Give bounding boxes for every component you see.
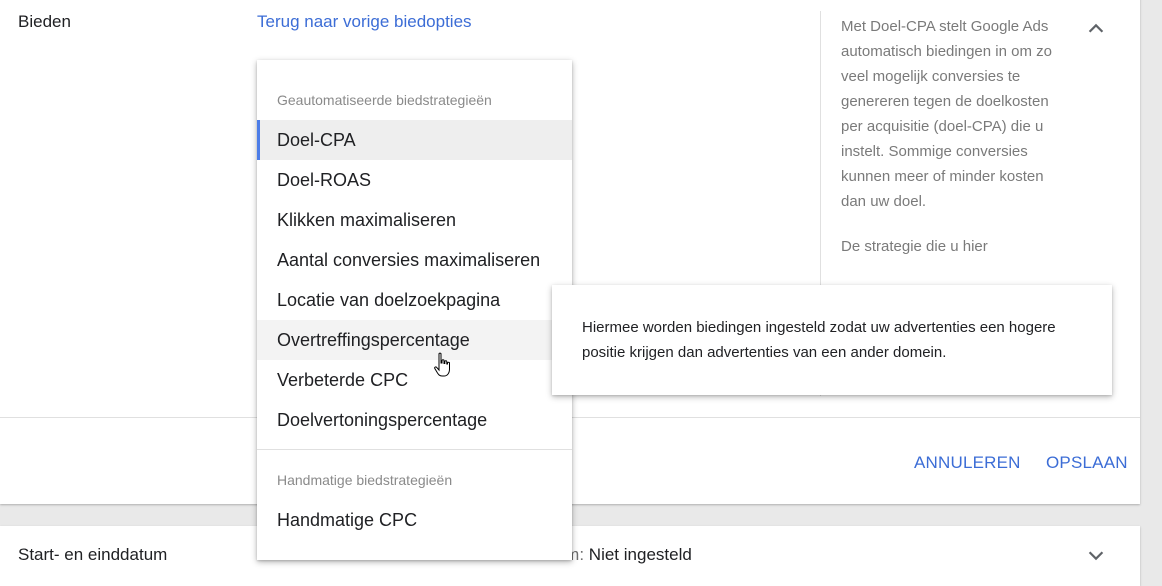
manual-strategies-header: Handmatige biedstrategieën <box>277 472 453 488</box>
strategy-tooltip: Hiermee worden biedingen ingesteld zodat… <box>552 285 1112 395</box>
menu-item-doel-cpa[interactable]: Doel-CPA <box>257 120 572 160</box>
chevron-up-icon[interactable] <box>1085 18 1107 40</box>
menu-item-locatie-doelzoekpagina[interactable]: Locatie van doelzoekpagina <box>257 280 572 320</box>
bid-strategy-dropdown: Geautomatiseerde biedstrategieën Doel-CP… <box>257 60 572 560</box>
cancel-button[interactable]: ANNULEREN <box>914 453 1021 473</box>
menu-divider <box>257 449 572 450</box>
menu-item-aantal-conversies-maximaliseren[interactable]: Aantal conversies maximaliseren <box>257 240 572 280</box>
help-paragraph: Met Doel-CPA stelt Google Ads automatisc… <box>841 18 1052 210</box>
menu-item-doelvertoningspercentage[interactable]: Doelvertoningspercentage <box>257 400 572 440</box>
menu-item-overtreffingspercentage[interactable]: Overtreffingspercentage <box>257 320 572 360</box>
automated-strategies-header: Geautomatiseerde biedstrategieën <box>277 92 492 108</box>
bidding-section-title: Bieden <box>18 12 71 31</box>
chevron-down-icon[interactable] <box>1085 544 1107 566</box>
menu-item-verbeterde-cpc[interactable]: Verbeterde CPC <box>257 360 572 400</box>
save-button[interactable]: OPSLAAN <box>1046 453 1128 473</box>
hand-pointer-icon <box>434 352 450 377</box>
menu-item-handmatige-cpc[interactable]: Handmatige CPC <box>257 500 572 540</box>
end-date-value: Niet ingesteld <box>588 545 692 564</box>
menu-item-doel-roas[interactable]: Doel-ROAS <box>257 160 572 200</box>
back-to-previous-bid-options-link[interactable]: Terug naar vorige biedopties <box>257 12 472 32</box>
help-panel: Met Doel-CPA stelt Google Ads automatisc… <box>841 14 1066 279</box>
menu-item-klikken-maximaliseren[interactable]: Klikken maximaliseren <box>257 200 572 240</box>
help-paragraph: De strategie die u hier <box>841 238 988 255</box>
date-section-title: Start- en einddatum <box>18 545 168 564</box>
